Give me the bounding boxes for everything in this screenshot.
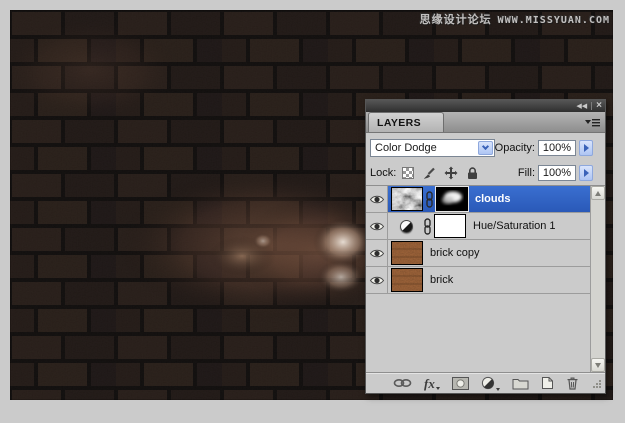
scroll-down-button[interactable] <box>591 358 605 372</box>
layer-name[interactable]: clouds <box>475 193 510 205</box>
eye-icon <box>369 249 384 257</box>
visibility-toggle[interactable] <box>366 267 388 293</box>
chevron-down-icon <box>481 142 489 151</box>
layer-controls: Color Dodge Opacity: 100% Lock: Fill: 10… <box>366 133 605 186</box>
layers-panel: ◀◀ × LAYERS Color Dodge Opacity: 100% Lo… <box>365 99 606 394</box>
arrow-up-icon <box>595 190 601 196</box>
tab-layers[interactable]: LAYERS <box>368 112 444 132</box>
fill-slider-button[interactable] <box>579 164 593 181</box>
add-layer-mask-icon[interactable] <box>451 376 469 390</box>
panel-menu-icon[interactable] <box>585 118 600 127</box>
layer-row-brick[interactable]: brick <box>366 267 590 294</box>
watermark: 思缘设计论坛 WWW.MISSYUAN.COM <box>420 11 610 27</box>
fx-label: fx <box>424 375 435 391</box>
lock-transparent-pixels-icon[interactable] <box>402 166 415 179</box>
lock-label: Lock: <box>370 166 397 179</box>
lock-image-pixels-brush-icon[interactable] <box>422 166 436 180</box>
lock-fill-row: Lock: Fill: 100% <box>366 159 605 186</box>
layer-row-clouds[interactable]: clouds <box>366 186 590 213</box>
menu-arrow-icon <box>435 386 440 390</box>
panel-resize-grip[interactable] <box>591 378 602 389</box>
watermark-site-url: WWW.MISSYUAN.COM <box>497 15 610 26</box>
half-circle-icon <box>399 219 413 233</box>
delete-layer-icon[interactable] <box>566 376 579 390</box>
panel-title: LAYERS <box>377 116 422 129</box>
link-layers-icon[interactable] <box>393 378 412 388</box>
layer-style-fx-icon[interactable]: fx <box>424 375 440 391</box>
layer-thumbnail-clouds[interactable] <box>391 187 423 211</box>
scroll-up-button[interactable] <box>591 186 605 200</box>
layer-mask-thumbnail-white[interactable] <box>434 214 466 238</box>
fill-value: 100% <box>542 166 572 179</box>
opacity-input[interactable]: 100% <box>538 140 576 156</box>
mask-link-icon[interactable] <box>425 190 434 208</box>
new-group-icon[interactable] <box>512 377 529 390</box>
opacity-slider-button[interactable] <box>579 140 593 156</box>
layer-mask-thumbnail-clouds[interactable] <box>436 187 468 211</box>
collapse-panel-icon[interactable]: ◀◀ <box>576 103 587 110</box>
arrow-right-icon <box>583 144 589 152</box>
layer-thumbnail-brick[interactable] <box>391 241 423 265</box>
adjustment-layer-icon[interactable] <box>391 219 421 233</box>
new-layer-icon[interactable] <box>541 376 554 390</box>
panel-titlebar: ◀◀ × <box>366 100 605 112</box>
layer-list: clouds Hue/Saturation 1 brick copy brick <box>366 186 605 372</box>
blend-mode-value: Color Dodge <box>375 142 437 154</box>
titlebar-divider <box>591 102 593 110</box>
layer-thumbnail-brick[interactable] <box>391 268 423 292</box>
mask-link-icon[interactable] <box>423 217 432 235</box>
menu-arrow-icon <box>495 388 500 391</box>
watermark-site-name: 思缘设计论坛 <box>419 13 492 26</box>
lock-position-move-icon[interactable] <box>444 166 458 180</box>
layer-name[interactable]: brick copy <box>430 247 480 259</box>
lock-all-padlock-icon[interactable] <box>466 166 479 180</box>
blend-mode-dropdown-button[interactable] <box>477 141 493 155</box>
visibility-toggle[interactable] <box>366 240 388 266</box>
layer-row-brick-copy[interactable]: brick copy <box>366 240 590 267</box>
fill-label: Fill: <box>517 166 535 179</box>
screenshot-root: { "watermark": { "site_name": "思缘设计论坛", … <box>0 0 625 423</box>
eye-icon <box>369 222 384 230</box>
layer-list-scrollbar[interactable] <box>590 186 605 372</box>
eye-icon <box>369 276 384 284</box>
blend-opacity-row: Color Dodge Opacity: 100% <box>366 137 605 159</box>
blend-mode-select[interactable]: Color Dodge <box>370 139 495 157</box>
layer-name[interactable]: Hue/Saturation 1 <box>473 220 556 232</box>
opacity-label: Opacity: <box>494 142 535 154</box>
arrow-down-icon <box>595 362 601 368</box>
arrow-right-icon <box>583 168 589 177</box>
new-adjustment-layer-icon[interactable] <box>481 376 500 391</box>
visibility-toggle[interactable] <box>366 213 388 239</box>
fill-input[interactable]: 100% <box>538 164 576 181</box>
panel-tab-row: LAYERS <box>366 112 605 133</box>
layer-name[interactable]: brick <box>430 274 453 286</box>
visibility-toggle[interactable] <box>366 186 388 212</box>
eye-icon <box>369 195 384 203</box>
opacity-value: 100% <box>542 142 572 154</box>
layer-row-hue-saturation[interactable]: Hue/Saturation 1 <box>366 213 590 240</box>
close-panel-icon[interactable]: × <box>596 100 602 111</box>
panel-bottom-toolbar: fx <box>366 372 605 393</box>
